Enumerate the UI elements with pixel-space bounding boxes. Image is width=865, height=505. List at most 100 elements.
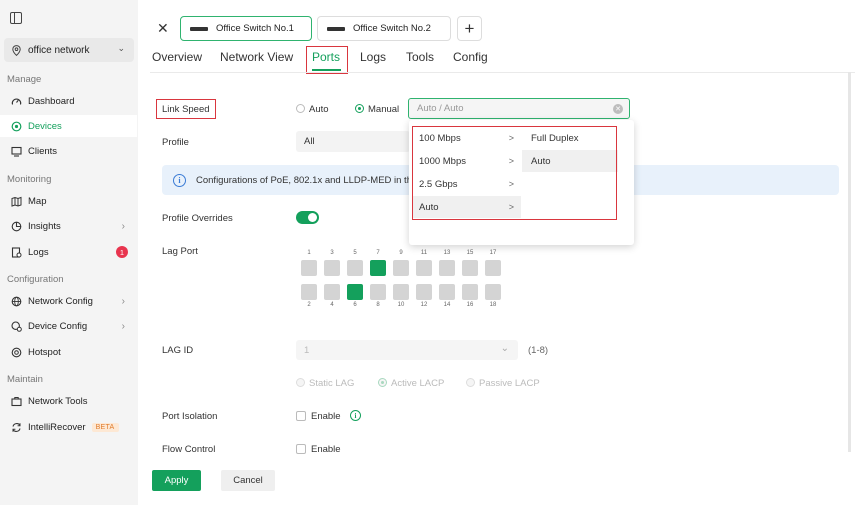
profile-overrides-toggle[interactable] — [296, 211, 319, 224]
sidebar-item-label: Dashboard — [28, 95, 75, 107]
sidebar-item-network-tools[interactable]: Network Tools — [0, 390, 137, 412]
port-number-label: 17 — [489, 250, 497, 256]
sidebar-item-device-config[interactable]: Device Config › — [0, 315, 137, 337]
lag-id-range: (1-8) — [528, 345, 549, 356]
lag-port-label: Lag Port — [162, 246, 198, 257]
sidebar-item-insights[interactable]: Insights › — [0, 215, 137, 237]
port-3[interactable] — [324, 260, 340, 276]
port-11[interactable] — [416, 260, 432, 276]
sidebar-item-label: IntelliRecover — [28, 421, 86, 433]
port-17[interactable] — [485, 260, 501, 276]
site-name: office network — [28, 44, 90, 56]
chevron-right-icon: › — [121, 220, 125, 232]
link-speed-select[interactable]: Auto / Auto ✕ — [408, 98, 630, 119]
port-15[interactable] — [462, 260, 478, 276]
passive-lacp-label: Passive LACP — [479, 378, 540, 389]
port-12[interactable] — [416, 284, 432, 300]
port-16[interactable] — [462, 284, 478, 300]
chevron-right-icon: › — [121, 320, 125, 332]
device-tab-2[interactable]: Office Switch No.2 — [317, 16, 451, 41]
tab-tools[interactable]: Tools — [406, 50, 434, 64]
port-2[interactable] — [301, 284, 317, 300]
sidebar-item-map[interactable]: Map — [0, 190, 137, 212]
sidebar-item-label: Map — [28, 195, 47, 207]
profile-label: Profile — [162, 137, 189, 148]
port-number-label: 15 — [466, 250, 474, 256]
beta-badge: BETA — [91, 422, 119, 432]
port-number-label: 1 — [307, 250, 311, 256]
location-pin-icon — [12, 44, 21, 56]
sidebar-item-label: Clients — [28, 145, 58, 157]
site-selector[interactable]: office network ⌄ — [4, 38, 134, 62]
port-9[interactable] — [393, 260, 409, 276]
sidebar-item-label: Device Config — [28, 320, 88, 332]
port-18[interactable] — [485, 284, 501, 300]
port-10[interactable] — [393, 284, 409, 300]
sidebar-item-network-config[interactable]: Network Config › — [0, 290, 137, 312]
link-speed-manual-label: Manual — [368, 104, 400, 115]
clients-icon — [11, 146, 22, 157]
lag-id-select[interactable]: 1 ⌄ — [296, 340, 518, 360]
profile-value: All — [304, 136, 315, 147]
flow-control-enable-label: Enable — [311, 444, 341, 455]
port-number-label: 2 — [307, 302, 311, 308]
port-14[interactable] — [439, 284, 455, 300]
dashboard-icon — [11, 96, 22, 107]
flow-control-checkbox[interactable] — [296, 444, 306, 454]
link-speed-auto-radio[interactable] — [296, 104, 305, 113]
sidebar-toggle-icon[interactable] — [10, 12, 22, 24]
static-lag-radio[interactable] — [296, 378, 305, 387]
section-manage: Manage — [7, 74, 42, 85]
add-tab-button[interactable]: + — [457, 16, 482, 41]
scrollbar[interactable] — [848, 72, 851, 452]
devices-icon — [11, 121, 22, 132]
sidebar-item-dashboard[interactable]: Dashboard — [0, 90, 137, 112]
port-number-label: 14 — [443, 302, 451, 308]
flow-control-label: Flow Control — [162, 444, 216, 455]
device-tab-1[interactable]: Office Switch No.1 — [180, 16, 312, 41]
chevron-down-icon: ⌄ — [117, 43, 125, 53]
tab-logs[interactable]: Logs — [360, 50, 386, 64]
sidebar-item-label: Insights — [28, 220, 61, 232]
port-number-label: 11 — [420, 250, 428, 256]
port-7[interactable] — [370, 260, 386, 276]
port-number-label: 16 — [466, 302, 474, 308]
device-tab-label: Office Switch No.1 — [216, 23, 294, 34]
port-5[interactable] — [347, 260, 363, 276]
tab-overview[interactable]: Overview — [152, 50, 202, 64]
sidebar-item-hotspot[interactable]: Hotspot — [0, 341, 137, 363]
port-number-label: 18 — [489, 302, 497, 308]
tab-network-view[interactable]: Network View — [220, 50, 293, 64]
passive-lacp-radio[interactable] — [466, 378, 475, 387]
link-speed-manual-radio[interactable] — [355, 104, 364, 113]
port-6[interactable] — [347, 284, 363, 300]
port-4[interactable] — [324, 284, 340, 300]
sidebar-item-intellirecover[interactable]: IntelliRecover BETA — [0, 416, 137, 438]
link-speed-auto-label: Auto — [309, 104, 329, 115]
help-icon[interactable]: i — [350, 410, 361, 421]
port-8[interactable] — [370, 284, 386, 300]
tab-config[interactable]: Config — [453, 50, 488, 64]
section-configuration: Configuration — [7, 274, 64, 285]
apply-button[interactable]: Apply — [152, 470, 201, 491]
clear-icon[interactable]: ✕ — [613, 104, 623, 114]
section-maintain: Maintain — [7, 374, 43, 385]
lag-id-label: LAG ID — [162, 345, 194, 356]
profile-select[interactable]: All — [296, 131, 410, 152]
port-number-label: 6 — [353, 302, 357, 308]
port-isolation-checkbox[interactable] — [296, 411, 306, 421]
sidebar-item-clients[interactable]: Clients — [0, 140, 137, 162]
cancel-button[interactable]: Cancel — [221, 470, 275, 491]
port-1[interactable] — [301, 260, 317, 276]
sidebar-item-logs[interactable]: Logs 1 — [0, 241, 137, 263]
chevron-right-icon: › — [121, 295, 125, 307]
device-tab-label: Office Switch No.2 — [353, 23, 431, 34]
sidebar-item-devices[interactable]: Devices — [0, 115, 137, 137]
active-lacp-radio[interactable] — [378, 378, 387, 387]
lag-id-value: 1 — [304, 344, 310, 356]
port-13[interactable] — [439, 260, 455, 276]
info-text: Configurations of PoE, 802.1x and LLDP-M… — [196, 174, 426, 186]
sidebar: office network ⌄ Manage Dashboard Device… — [0, 0, 138, 505]
port-number-label: 8 — [376, 302, 380, 308]
close-icon[interactable]: ✕ — [157, 20, 169, 37]
